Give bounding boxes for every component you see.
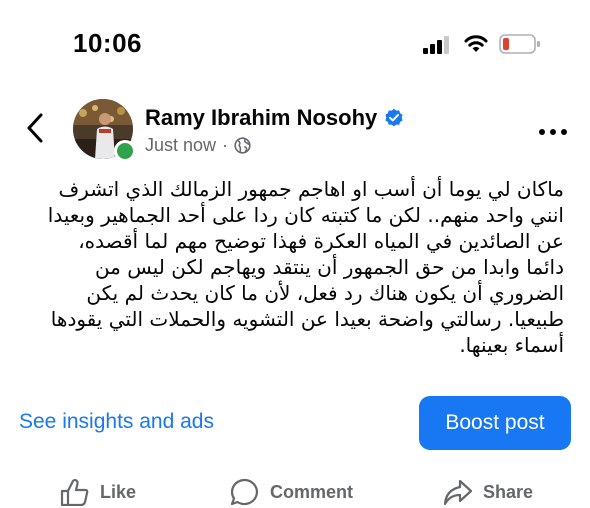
post-line: دائما وابدا من حق الجمهور أن ينتقد ويهاج…	[94, 255, 564, 279]
post-meta: Just now ·	[145, 135, 251, 156]
post-line: أسماء بعينها.	[459, 333, 564, 357]
author-row: Ramy Ibrahim Nosohy	[145, 105, 404, 131]
see-insights-link[interactable]: See insights and ads	[19, 410, 214, 434]
meta-separator: ·	[222, 135, 229, 155]
globe-icon[interactable]	[234, 137, 251, 154]
post-line: ماكان لي يوما أن أسب او اهاجم جمهور الزم…	[58, 177, 564, 201]
online-status-dot	[114, 140, 136, 162]
post-header: Ramy Ibrahim Nosohy Just now ·	[0, 92, 590, 172]
author-name[interactable]: Ramy Ibrahim Nosohy	[145, 105, 377, 131]
status-bar: 10:06	[0, 0, 590, 80]
like-label: Like	[100, 481, 137, 502]
boost-post-button[interactable]: Boost post	[419, 396, 571, 450]
avatar[interactable]	[73, 99, 136, 162]
post-line: طبيعيا. رسالتي واضحة بعيدا عن التشويه وا…	[50, 307, 564, 331]
post-actions-bar: Like Comment Share	[0, 478, 590, 508]
post-text: ماكان لي يوما أن أسب او اهاجم جمهور الزم…	[18, 176, 564, 358]
battery-icon	[499, 34, 540, 54]
post-line: عن الصائدين في المياه العكرة فهذا توضيح …	[78, 229, 564, 253]
wifi-icon	[464, 35, 488, 52]
back-chevron-icon[interactable]	[24, 112, 46, 144]
verified-badge-icon	[385, 108, 403, 127]
more-icon[interactable]	[538, 128, 568, 136]
signal-icon	[423, 36, 449, 54]
post-line: انني واحد منهم.. لكن ما كتبته كان ردا عل…	[47, 203, 564, 227]
comment-label: Comment	[270, 481, 354, 502]
status-time: 10:06	[73, 28, 142, 58]
share-label: Share	[483, 481, 534, 502]
post-timestamp[interactable]: Just now	[145, 135, 216, 156]
post-line: الضروري أن يكون هناك رد فعل، لأن ما كان …	[86, 281, 564, 305]
